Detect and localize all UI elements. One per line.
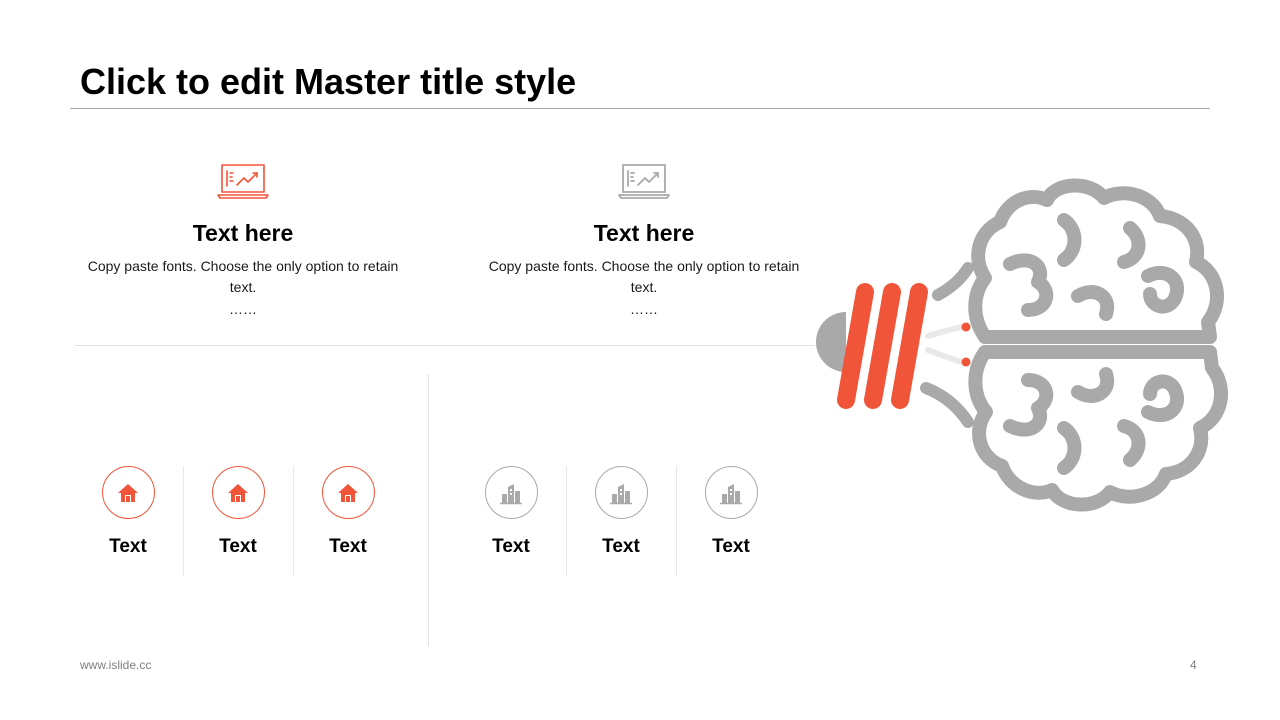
feature-ellipsis: …… — [229, 301, 257, 317]
building-item-2: Text — [566, 466, 676, 559]
page-number: 4 — [1190, 658, 1197, 672]
feature-heading: Text here — [593, 220, 695, 246]
house-icon — [338, 483, 358, 502]
icon-circle — [594, 466, 648, 519]
buildings-icon — [720, 483, 742, 504]
icon-circle — [704, 466, 758, 519]
house-icon — [118, 483, 138, 502]
house-item-2: Text — [183, 466, 293, 559]
title-divider — [70, 108, 1210, 109]
feature-card-1: Text here Copy paste fonts. Choose the o… — [73, 162, 413, 318]
group-divider — [428, 374, 429, 646]
item-label: Text — [329, 536, 367, 557]
feature-card-2: Text here Copy paste fonts. Choose the o… — [474, 162, 814, 318]
item-label: Text — [492, 536, 530, 557]
feature-body: Copy paste fonts. Choose the only option… — [488, 258, 800, 295]
building-item-3: Text — [676, 466, 786, 559]
brain-bulb-icon — [816, 178, 1228, 512]
icon-circle — [484, 466, 538, 519]
feature-heading: Text here — [192, 220, 294, 246]
buildings-icon — [500, 483, 522, 504]
item-label: Text — [219, 536, 257, 557]
house-item-1: Text — [73, 466, 183, 559]
item-label: Text — [712, 536, 750, 557]
item-label: Text — [109, 536, 147, 557]
house-item-3: Text — [293, 466, 403, 559]
icon-circle — [321, 466, 375, 519]
laptop-chart-icon — [217, 164, 269, 199]
footer-url: www.islide.cc — [80, 658, 152, 672]
building-item-1: Text — [456, 466, 566, 559]
house-icon — [228, 483, 248, 502]
feature-ellipsis: …… — [630, 301, 658, 317]
item-label: Text — [602, 536, 640, 557]
feature-body: Copy paste fonts. Choose the only option… — [87, 258, 399, 295]
section-divider — [75, 345, 815, 346]
laptop-chart-icon — [618, 164, 670, 199]
icon-circle — [101, 466, 155, 519]
slide-title[interactable]: Click to edit Master title style — [80, 58, 576, 106]
icon-circle — [211, 466, 265, 519]
buildings-icon — [610, 483, 632, 504]
